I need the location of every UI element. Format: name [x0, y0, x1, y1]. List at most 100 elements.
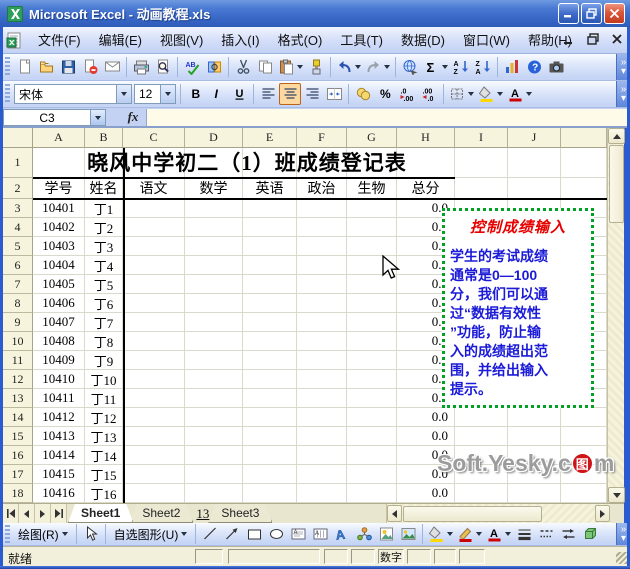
cell[interactable] — [297, 389, 347, 408]
cell[interactable] — [185, 218, 243, 237]
cell[interactable]: 10404 — [33, 256, 85, 275]
undo-button[interactable] — [334, 56, 363, 78]
help-button[interactable]: ? — [523, 56, 545, 78]
fill-color-button[interactable] — [476, 83, 505, 105]
note-box[interactable]: 控制成绩输入 学生的考试成绩 通常是0—100 分，我们可以通 过“数据有效性 ”功能，… — [442, 208, 594, 408]
cell[interactable] — [123, 408, 185, 427]
cell[interactable] — [243, 218, 297, 237]
scroll-down-icon[interactable] — [608, 487, 625, 503]
prev-sheet-icon[interactable] — [19, 504, 35, 523]
cell[interactable]: 10403 — [33, 237, 85, 256]
cell[interactable] — [185, 332, 243, 351]
spelling-button[interactable]: AB — [181, 56, 203, 78]
toolbar-drag-handle[interactable] — [5, 525, 10, 543]
menu-item-f[interactable]: 文件(F) — [29, 30, 90, 51]
cell[interactable] — [123, 427, 185, 446]
cell[interactable] — [243, 294, 297, 313]
cell[interactable]: 10405 — [33, 275, 85, 294]
cell[interactable]: 10409 — [33, 351, 85, 370]
cell[interactable] — [123, 237, 185, 256]
sheet-tab-sheet1[interactable]: Sheet1 — [68, 504, 133, 523]
chevron-down-icon[interactable] — [526, 92, 532, 96]
sheet-tab-sheet2[interactable]: Sheet2 — [129, 504, 193, 523]
cell[interactable] — [123, 332, 185, 351]
last-sheet-icon[interactable] — [51, 504, 67, 523]
percent-button[interactable]: % — [374, 83, 396, 105]
column-header-A[interactable]: A — [33, 128, 85, 148]
row-header[interactable]: 13 — [3, 389, 33, 408]
cell[interactable] — [508, 427, 561, 446]
chevron-down-icon[interactable] — [468, 92, 474, 96]
autosum-button[interactable]: Σ — [421, 56, 450, 78]
cell[interactable] — [297, 199, 347, 218]
chevron-down-icon[interactable] — [297, 65, 303, 69]
chevron-down-icon[interactable] — [505, 532, 512, 536]
cell[interactable] — [243, 351, 297, 370]
align-right-button[interactable] — [301, 83, 323, 105]
cell[interactable] — [123, 294, 185, 313]
row-header[interactable]: 12 — [3, 370, 33, 389]
row-header[interactable]: 17 — [3, 465, 33, 484]
menu-item-t[interactable]: 工具(T) — [331, 30, 392, 51]
select-all-corner[interactable] — [3, 128, 33, 148]
workbook-icon[interactable] — [6, 32, 23, 49]
cell[interactable] — [185, 199, 243, 218]
merge-center-button[interactable] — [323, 83, 345, 105]
cell[interactable] — [297, 332, 347, 351]
arrow-style-button[interactable] — [557, 523, 579, 545]
cell[interactable] — [297, 446, 347, 465]
column-header-G[interactable]: G — [347, 128, 397, 148]
save-button[interactable] — [57, 56, 79, 78]
cell[interactable] — [508, 484, 561, 503]
row-header[interactable]: 4 — [3, 218, 33, 237]
row-header[interactable]: 1 — [3, 148, 33, 178]
cell[interactable]: 10407 — [33, 313, 85, 332]
redo-button[interactable] — [363, 56, 392, 78]
cell[interactable]: 10411 — [33, 389, 85, 408]
cell[interactable] — [347, 199, 397, 218]
line-color-button[interactable] — [455, 523, 484, 545]
cell[interactable] — [508, 148, 561, 178]
cell[interactable] — [185, 370, 243, 389]
cell[interactable] — [455, 408, 508, 427]
cell[interactable] — [123, 275, 185, 294]
research-button[interactable] — [203, 56, 225, 78]
cell[interactable] — [185, 294, 243, 313]
cell[interactable]: 丁2 — [85, 218, 123, 237]
name-box-dropdown-icon[interactable] — [91, 109, 106, 126]
cell[interactable] — [347, 484, 397, 503]
paste-button[interactable] — [276, 56, 305, 78]
column-header-B[interactable]: B — [85, 128, 123, 148]
table-column-header[interactable]: 政治 — [297, 178, 347, 199]
3d-style-button[interactable] — [579, 523, 601, 545]
font-name-combo[interactable]: 宋体 — [14, 84, 132, 104]
cell[interactable]: 10413 — [33, 427, 85, 446]
cell[interactable]: 丁1 — [85, 199, 123, 218]
toolbar-drag-handle[interactable] — [5, 83, 10, 105]
minimize-button[interactable] — [558, 3, 579, 24]
cell[interactable] — [243, 256, 297, 275]
draw-menu-button[interactable]: 绘图(R) — [13, 524, 73, 545]
chevron-down-icon[interactable] — [384, 65, 390, 69]
menu-item-w[interactable]: 窗口(W) — [454, 30, 519, 51]
sort-ascending-button[interactable]: AZ — [450, 56, 472, 78]
cell[interactable] — [243, 199, 297, 218]
cell[interactable] — [508, 408, 561, 427]
fill-color-button[interactable] — [426, 523, 455, 545]
formula-input[interactable] — [146, 109, 630, 126]
cell[interactable] — [347, 332, 397, 351]
column-header-J[interactable]: J — [508, 128, 561, 148]
line-button[interactable] — [199, 523, 221, 545]
cell[interactable] — [185, 427, 243, 446]
vertical-scroll-thumb[interactable] — [609, 145, 624, 223]
scroll-right-icon[interactable] — [595, 505, 610, 522]
cell[interactable]: 丁14 — [85, 446, 123, 465]
cell[interactable] — [347, 294, 397, 313]
cell[interactable]: 丁15 — [85, 465, 123, 484]
cell[interactable] — [347, 313, 397, 332]
cell[interactable] — [297, 465, 347, 484]
cell[interactable]: 丁7 — [85, 313, 123, 332]
italic-button[interactable]: I — [206, 83, 228, 105]
menu-item-v[interactable]: 视图(V) — [151, 30, 212, 51]
column-header-C[interactable]: C — [123, 128, 185, 148]
